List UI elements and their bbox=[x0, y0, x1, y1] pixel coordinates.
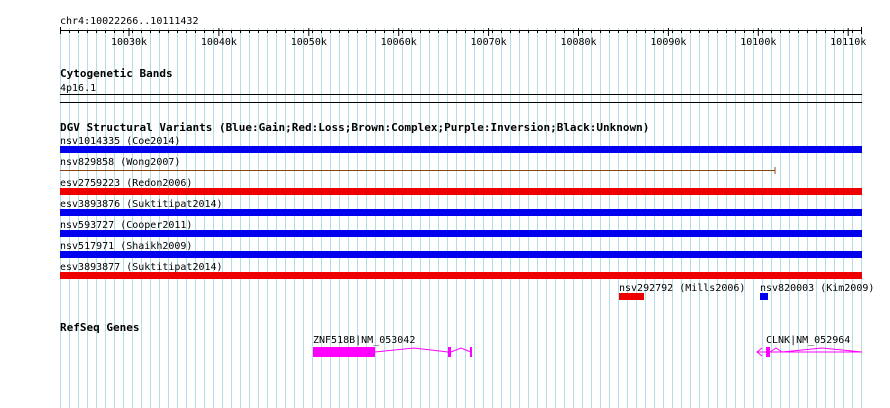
variant-label-nsv829858: nsv829858 (Wong2007) bbox=[60, 157, 180, 168]
genome-browser-view: chr4:10022266..10111432 10030k 10040k 1005… bbox=[60, 16, 874, 408]
variant-label-nsv517971: nsv517971 (Shaikh2009) bbox=[60, 241, 192, 252]
variant-label-nsv292792: nsv292792 (Mills2006) bbox=[619, 283, 745, 294]
gene-clnk[interactable]: CLNK|NM_052964 bbox=[756, 335, 863, 357]
grid-lines bbox=[60, 28, 862, 408]
variant-bar-nsv820003[interactable] bbox=[760, 293, 768, 300]
dgv-track-title: DGV Structural Variants (Blue:Gain;Red:L… bbox=[60, 121, 649, 134]
ruler-tick-label: 10080k bbox=[560, 37, 596, 48]
variant-bar-nsv593727[interactable] bbox=[60, 230, 862, 237]
gene-znf518b[interactable]: ZNF518B|NM_053042 bbox=[313, 335, 472, 357]
ruler-tick-label: 10040k bbox=[201, 37, 237, 48]
variant-label-nsv593727: nsv593727 (Cooper2011) bbox=[60, 220, 192, 231]
ruler-tick-label: 10090k bbox=[650, 37, 686, 48]
refseq-track-title: RefSeq Genes bbox=[60, 321, 139, 334]
gene-label-clnk: CLNK|NM_052964 bbox=[766, 335, 850, 346]
variant-bar-esv3893876[interactable] bbox=[60, 209, 862, 216]
gene-exon bbox=[448, 347, 451, 357]
variant-label-esv2759223: esv2759223 (Redon2006) bbox=[60, 178, 192, 189]
gene-intron bbox=[781, 347, 863, 353]
location-label: chr4:10022266..10111432 bbox=[60, 16, 198, 27]
ruler-tick-label: 10030k bbox=[111, 37, 147, 48]
variant-bar-esv2759223[interactable] bbox=[60, 188, 862, 195]
variant-label-nsv1014335: nsv1014335 (Coe2014) bbox=[60, 136, 180, 147]
ruler-tick-label: 10060k bbox=[381, 37, 417, 48]
ruler-tick-label: 10100k bbox=[740, 37, 776, 48]
variant-bar-nsv517971[interactable] bbox=[60, 251, 862, 258]
ruler[interactable]: 10030k 10040k 10050k 10060k 10070k 10080k 1009… bbox=[60, 27, 866, 48]
variant-bar-esv3893877[interactable] bbox=[60, 272, 862, 279]
variant-label-esv3893877: esv3893877 (Suktitipat2014) bbox=[60, 262, 223, 273]
ruler-tick-label: 10110k bbox=[830, 37, 866, 48]
gene-exon bbox=[766, 347, 770, 357]
variant-bar-nsv292792[interactable] bbox=[619, 293, 644, 300]
gene-exon bbox=[470, 347, 472, 357]
ruler-tick-label: 10050k bbox=[291, 37, 327, 48]
variant-label-nsv820003: nsv820003 (Kim2009) bbox=[760, 283, 874, 294]
cytoband-label: 4p16.1 bbox=[60, 83, 96, 94]
variant-bar-nsv1014335[interactable] bbox=[60, 146, 862, 153]
ruler-tick-label: 10070k bbox=[471, 37, 507, 48]
variant-label-esv3893876: esv3893876 (Suktitipat2014) bbox=[60, 199, 223, 210]
gene-intron bbox=[450, 347, 472, 353]
gene-exon bbox=[313, 347, 375, 357]
cytoband-track-title: Cytogenetic Bands bbox=[60, 67, 173, 80]
gene-label-znf518b: ZNF518B|NM_053042 bbox=[313, 335, 415, 346]
